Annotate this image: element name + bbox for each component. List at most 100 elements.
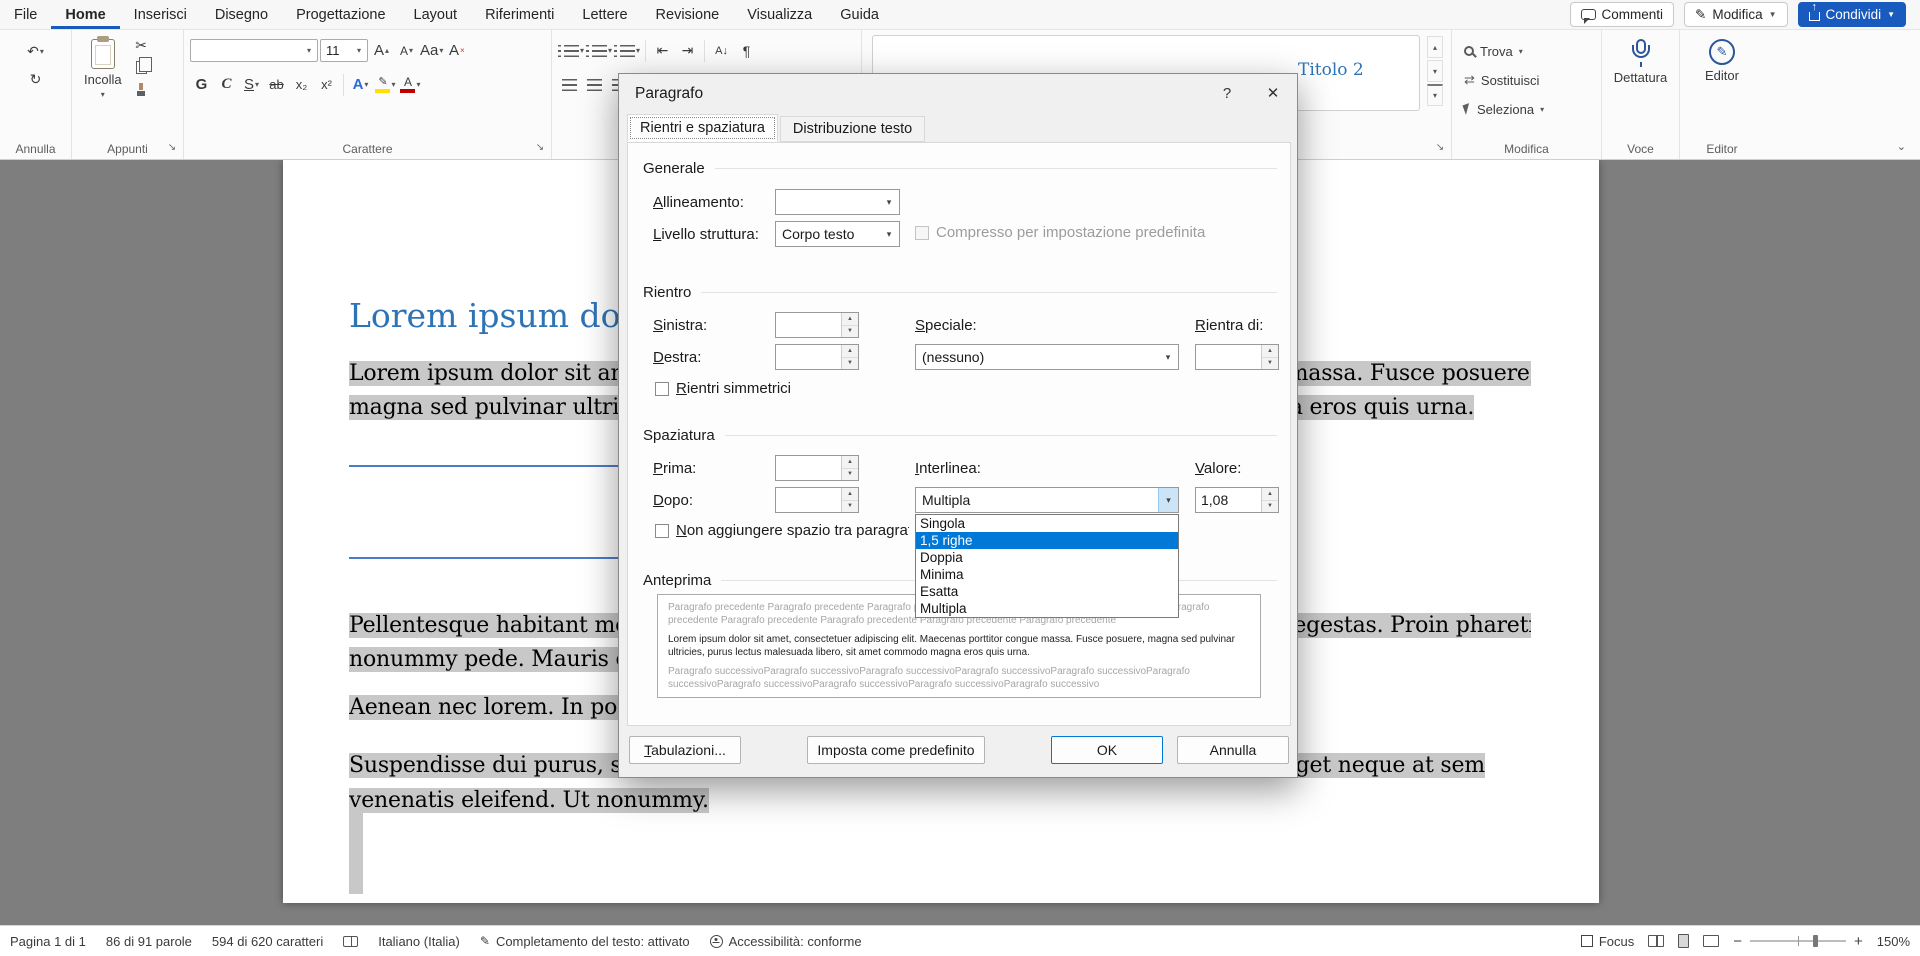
set-as-default-button[interactable]: Imposta come predefinito <box>807 736 985 764</box>
zoom-level[interactable]: 150% <box>1877 934 1910 949</box>
copy-button[interactable] <box>130 57 153 78</box>
font-dialog-launcher-icon[interactable]: ↘ <box>533 142 547 155</box>
dialog-close-button[interactable]: ✕ <box>1261 82 1285 104</box>
spin-up-icon[interactable]: ▲ <box>842 345 858 358</box>
tab-file[interactable]: File <box>0 0 51 29</box>
subscript-button[interactable]: x₂ <box>290 73 313 97</box>
highlight-color-button[interactable]: ✎ ▾ <box>374 73 397 97</box>
font-name-combobox[interactable]: ▾ <box>190 39 318 62</box>
indent-left-spinner[interactable]: ▲▼ <box>775 312 859 338</box>
spin-up-icon[interactable]: ▲ <box>842 488 858 501</box>
no-space-between-paragraphs-checkbox[interactable]: Non aggiungere spazio tra paragrafi del <box>655 522 909 539</box>
tabs-button[interactable]: Tabulazioni... <box>629 736 741 764</box>
tab-home[interactable]: Home <box>51 0 119 29</box>
change-case-button[interactable]: Aa▾ <box>420 39 443 63</box>
indent-right-spinner[interactable]: ▲▼ <box>775 344 859 370</box>
select-button[interactable]: Seleziona▾ <box>1464 97 1595 121</box>
spacing-at-spinner[interactable]: 1,08 ▲▼ <box>1195 487 1279 513</box>
cut-button[interactable]: ✂ <box>130 35 153 56</box>
spin-up-icon[interactable]: ▲ <box>1262 488 1278 501</box>
gallery-scroll-up-icon[interactable]: ▴ <box>1427 36 1443 58</box>
bold-button[interactable]: G <box>190 73 213 97</box>
accessibility-status[interactable]: Accessibilità: conforme <box>710 934 862 949</box>
sort-button[interactable]: A↓ <box>710 39 733 63</box>
language-indicator[interactable]: Italiano (Italia) <box>378 934 460 949</box>
character-count[interactable]: 594 di 620 caratteri <box>212 934 323 949</box>
undo-button[interactable]: ↶▾ <box>24 39 47 63</box>
zoom-out-icon[interactable]: − <box>1733 934 1742 949</box>
grow-font-button[interactable]: A▴ <box>370 39 393 63</box>
print-layout-view-button[interactable] <box>1678 934 1689 948</box>
spin-up-icon[interactable]: ▲ <box>842 456 858 469</box>
option-multipla[interactable]: Multipla <box>916 600 1178 617</box>
spin-up-icon[interactable]: ▲ <box>842 313 858 326</box>
option-esatta[interactable]: Esatta <box>916 583 1178 600</box>
focus-mode-button[interactable]: Focus <box>1581 934 1634 949</box>
alignment-combobox[interactable]: ▾ <box>775 189 900 215</box>
align-center-button[interactable] <box>583 73 606 97</box>
line-spacing-combobox[interactable]: Multipla ▾ <box>915 487 1179 513</box>
italic-button[interactable]: C <box>215 73 238 97</box>
show-formatting-marks-button[interactable]: ¶ <box>735 39 758 63</box>
special-combobox[interactable]: (nessuno) ▾ <box>915 344 1179 370</box>
chevron-down-icon[interactable]: ▾ <box>879 222 899 246</box>
comments-button[interactable]: Commenti <box>1570 2 1675 27</box>
tab-layout[interactable]: Layout <box>400 0 472 29</box>
format-painter-button[interactable] <box>130 79 153 100</box>
tab-visualizza[interactable]: Visualizza <box>733 0 826 29</box>
tab-inserisci[interactable]: Inserisci <box>120 0 201 29</box>
chevron-down-icon[interactable]: ▾ <box>879 190 899 214</box>
styles-dialog-launcher-icon[interactable]: ↘ <box>1433 142 1447 155</box>
spin-down-icon[interactable]: ▼ <box>842 469 858 481</box>
clipboard-dialog-launcher-icon[interactable]: ↘ <box>165 142 179 155</box>
editor-button[interactable]: ✎ Editor <box>1686 35 1758 87</box>
style-item-titolo-2[interactable]: Titolo 2 <box>1298 60 1364 80</box>
chevron-down-icon[interactable]: ▾ <box>351 46 367 55</box>
spin-down-icon[interactable]: ▼ <box>1262 358 1278 370</box>
read-mode-view-button[interactable] <box>1648 935 1664 947</box>
option-minima[interactable]: Minima <box>916 566 1178 583</box>
find-button[interactable]: Trova▾ <box>1464 39 1595 63</box>
clear-formatting-button[interactable]: A× <box>445 39 468 63</box>
word-count[interactable]: 86 di 91 parole <box>106 934 192 949</box>
option-doppia[interactable]: Doppia <box>916 549 1178 566</box>
gallery-more-icon[interactable]: ▾ <box>1427 84 1443 106</box>
numbered-list-button[interactable]: ▾ <box>586 39 612 63</box>
dialog-tab-rientri-e-spaziatura[interactable]: Rientri e spaziatura <box>627 114 778 142</box>
proofing-status[interactable] <box>343 936 358 947</box>
chevron-down-icon[interactable]: ▾ <box>1158 488 1178 512</box>
dialog-help-button[interactable]: ? <box>1215 82 1239 104</box>
spacing-after-spinner[interactable]: ▲▼ <box>775 487 859 513</box>
option-singola[interactable]: Singola <box>916 515 1178 532</box>
zoom-slider-thumb[interactable] <box>1813 935 1818 947</box>
spacing-before-spinner[interactable]: ▲▼ <box>775 455 859 481</box>
page-indicator[interactable]: Pagina 1 di 1 <box>10 934 86 949</box>
outline-level-combobox[interactable]: Corpo testo ▾ <box>775 221 900 247</box>
chevron-down-icon[interactable]: ▾ <box>301 46 317 55</box>
font-size-combobox[interactable]: 11 ▾ <box>320 39 368 62</box>
redo-button[interactable]: ↻ <box>24 67 47 91</box>
font-color-button[interactable]: A ▾ <box>399 73 422 97</box>
tab-guida[interactable]: Guida <box>826 0 893 29</box>
tab-riferimenti[interactable]: Riferimenti <box>471 0 568 29</box>
gallery-scroll-down-icon[interactable]: ▾ <box>1427 60 1443 82</box>
tab-revisione[interactable]: Revisione <box>642 0 734 29</box>
collapse-ribbon-icon[interactable]: ⌄ <box>1897 140 1906 153</box>
decrease-indent-button[interactable]: ⇤ <box>651 39 674 63</box>
ok-button[interactable]: OK <box>1051 736 1163 764</box>
spin-up-icon[interactable]: ▲ <box>1262 345 1278 358</box>
text-completion-status[interactable]: ✎Completamento del testo: attivato <box>480 934 690 949</box>
cancel-button[interactable]: Annulla <box>1177 736 1289 764</box>
share-button[interactable]: Condividi ▼ <box>1798 2 1906 27</box>
superscript-button[interactable]: x² <box>315 73 338 97</box>
spin-down-icon[interactable]: ▼ <box>842 358 858 370</box>
spin-down-icon[interactable]: ▼ <box>842 326 858 338</box>
increase-indent-button[interactable]: ⇥ <box>676 39 699 63</box>
chevron-down-icon[interactable]: ▾ <box>1158 345 1178 369</box>
paste-button[interactable]: Incolla ▾ <box>78 35 128 103</box>
web-layout-view-button[interactable] <box>1703 935 1719 947</box>
dictate-button[interactable]: Dettatura <box>1608 35 1673 89</box>
text-effects-button[interactable]: A▾ <box>349 73 372 97</box>
underline-button[interactable]: S▾ <box>240 73 263 97</box>
dialog-tab-distribuzione-testo[interactable]: Distribuzione testo <box>780 116 925 142</box>
